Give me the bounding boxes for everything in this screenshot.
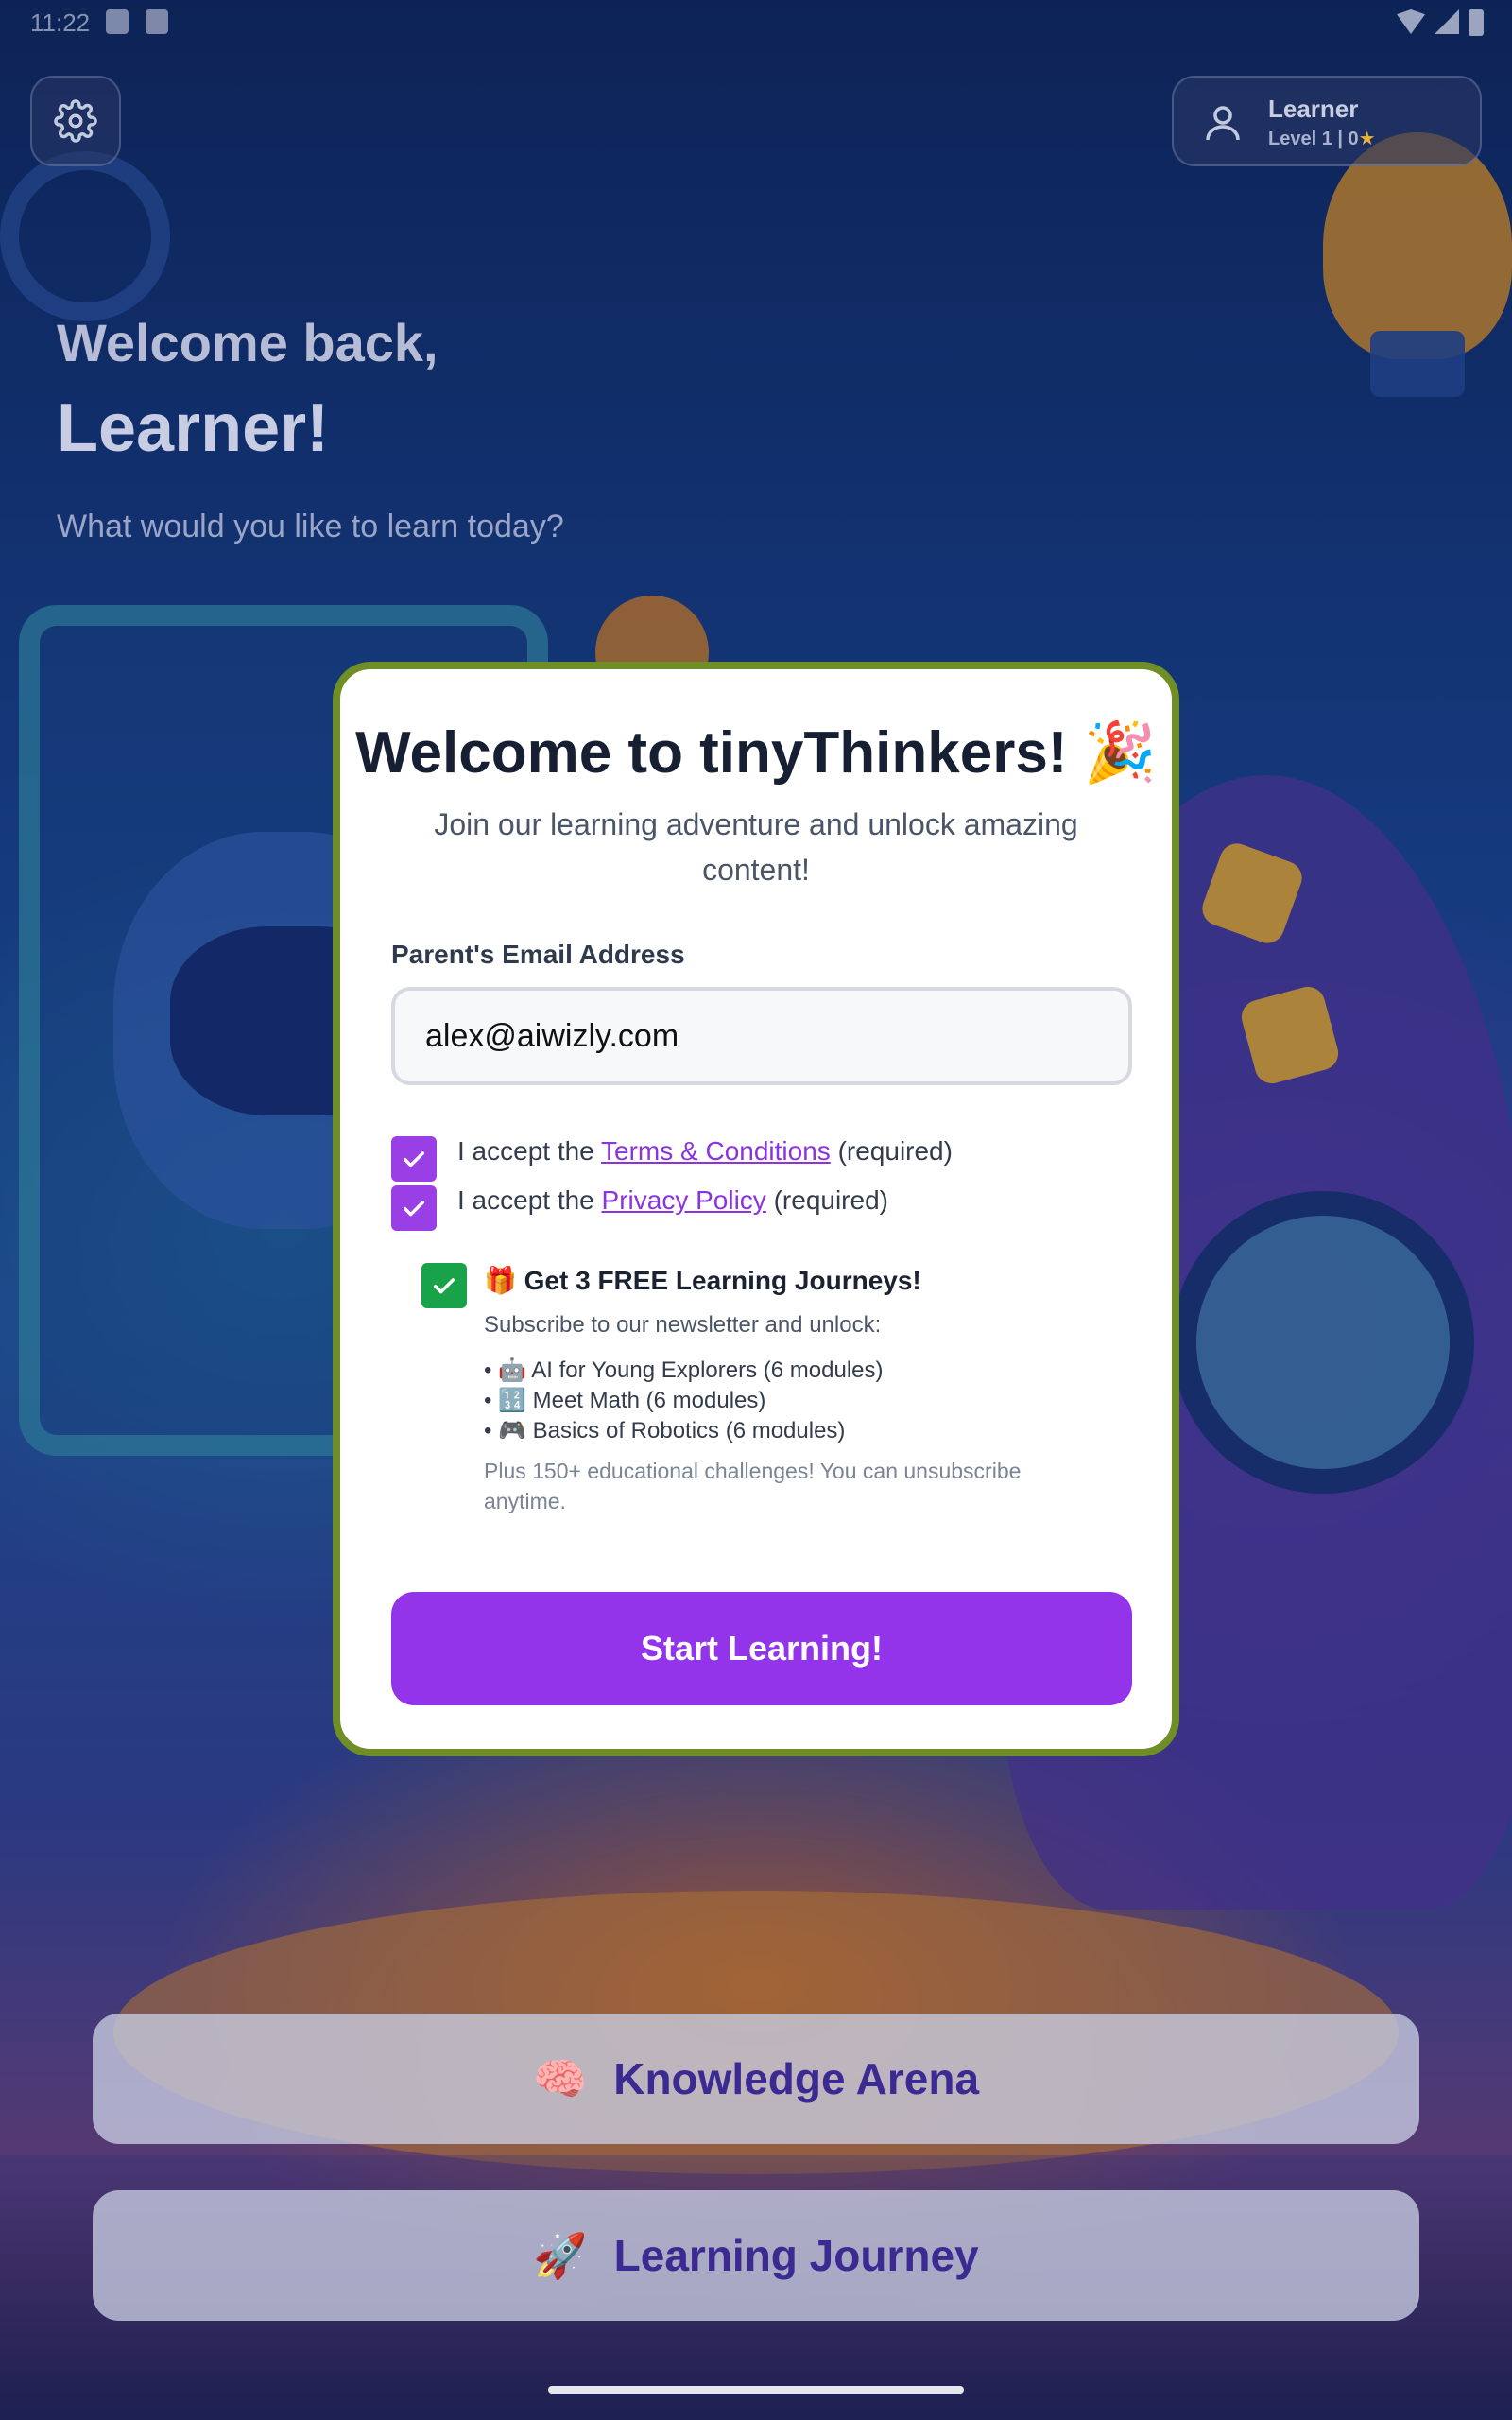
- learning-journey-label: Learning Journey: [613, 2231, 979, 2280]
- gear-icon: [54, 99, 97, 143]
- profile-name: Learner: [1268, 95, 1359, 123]
- modal-subtitle: Join our learning adventure and unlock a…: [434, 807, 1078, 887]
- status-notification-icons: [106, 9, 168, 34]
- newsletter-subtitle: Subscribe to our newsletter and unlock:: [484, 1312, 882, 1338]
- cellular-signal-icon: [1435, 9, 1459, 34]
- terms-prefix: I accept the: [457, 1136, 602, 1166]
- battery-icon: [1469, 9, 1484, 36]
- status-time: 11:22: [30, 9, 91, 37]
- status-bar: 11:22: [0, 0, 1512, 45]
- profile-level: Level 1 | 0★: [1268, 127, 1376, 150]
- shield-icon: [106, 9, 129, 34]
- terms-checkbox[interactable]: [391, 1136, 437, 1182]
- checkmark-icon: [403, 1201, 425, 1217]
- terms-link[interactable]: Terms & Conditions: [601, 1136, 831, 1166]
- privacy-checkbox[interactable]: [391, 1185, 437, 1231]
- checkmark-icon: [403, 1151, 425, 1167]
- app-notification-icon: [146, 9, 168, 34]
- email-label: Parent's Email Address: [391, 940, 685, 969]
- brain-icon: 🧠: [532, 2053, 588, 2103]
- terms-suffix: (required): [830, 1136, 953, 1166]
- newsletter-benefits-list: • 🤖 AI for Young Explorers (6 modules) •…: [484, 1356, 884, 1446]
- greeting-line: Welcome back,: [57, 313, 438, 372]
- list-item: • 🎮 Basics of Robotics (6 modules): [484, 1418, 846, 1443]
- privacy-text: I accept the Privacy Policy (required): [457, 1185, 888, 1216]
- modal-title: Welcome to tinyThinkers! 🎉: [355, 720, 1157, 786]
- greeting-name: Learner!: [57, 390, 330, 466]
- learning-journey-button[interactable]: 🚀 Learning Journey: [93, 2190, 1419, 2321]
- newsletter-note: Plus 150+ educational challenges! You ca…: [484, 1459, 1022, 1513]
- privacy-policy-link[interactable]: Privacy Policy: [602, 1185, 766, 1215]
- wifi-icon: [1397, 9, 1425, 34]
- checkmark-icon: [433, 1278, 455, 1294]
- newsletter-title: 🎁 Get 3 FREE Learning Journeys!: [484, 1266, 921, 1295]
- terms-text: I accept the Terms & Conditions (require…: [457, 1136, 953, 1167]
- list-item: • 🤖 AI for Young Explorers (6 modules): [484, 1357, 884, 1383]
- list-item: • 🔢 Meet Math (6 modules): [484, 1388, 766, 1413]
- profile-level-text: Level 1 | 0: [1268, 129, 1359, 149]
- greeting-prompt: What would you like to learn today?: [57, 509, 564, 544]
- knowledge-arena-label: Knowledge Arena: [613, 2054, 980, 2103]
- rocket-icon: 🚀: [533, 2230, 588, 2280]
- privacy-prefix: I accept the: [457, 1185, 602, 1215]
- star-icon: ★: [1358, 129, 1376, 149]
- newsletter-checkbox[interactable]: [421, 1263, 467, 1308]
- email-field[interactable]: [391, 987, 1132, 1085]
- status-system-icons: [1397, 9, 1484, 36]
- settings-button[interactable]: [30, 76, 121, 166]
- privacy-suffix: (required): [765, 1185, 888, 1215]
- profile-chip[interactable]: Learner Level 1 | 0★: [1172, 76, 1482, 166]
- home-indicator[interactable]: [548, 2386, 964, 2394]
- start-learning-button[interactable]: Start Learning!: [391, 1592, 1132, 1705]
- user-avatar-icon: [1206, 106, 1240, 141]
- signup-modal: Welcome to tinyThinkers! 🎉 Join our lear…: [333, 662, 1179, 1756]
- knowledge-arena-button[interactable]: 🧠 Knowledge Arena: [93, 2014, 1419, 2144]
